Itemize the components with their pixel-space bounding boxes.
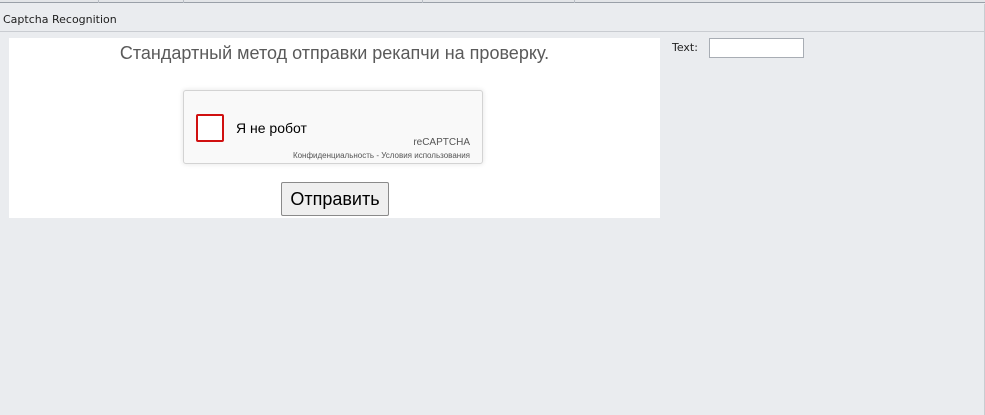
page-heading: Стандартный метод отправки рекапчи на пр… [119,43,550,63]
privacy-link[interactable]: Конфиденциальность [293,151,374,160]
terms-link[interactable]: Условия использования [381,151,470,160]
recaptcha-checkbox[interactable] [196,114,224,142]
window-title: Captcha Recognition [3,13,117,26]
recaptcha-widget: Я не робот reCAPTCHA Конфиденциальность … [183,90,483,164]
tab-divider [98,0,99,3]
window-titlebar: Captcha Recognition [0,4,985,32]
recaptcha-brand: reCAPTCHA [413,137,470,148]
tab-divider [183,0,184,3]
tab-divider [574,0,575,3]
recaptcha-label: Я не робот [236,120,307,136]
browser-panel: Стандартный метод отправки рекапчи на пр… [9,38,660,218]
top-tab-strip [0,0,985,3]
text-input[interactable] [709,38,804,58]
text-field-label: Text: [672,41,698,54]
submit-button[interactable]: Отправить [281,182,389,216]
tab-divider [422,0,423,3]
recaptcha-links: Конфиденциальность - Условия использован… [293,151,470,161]
